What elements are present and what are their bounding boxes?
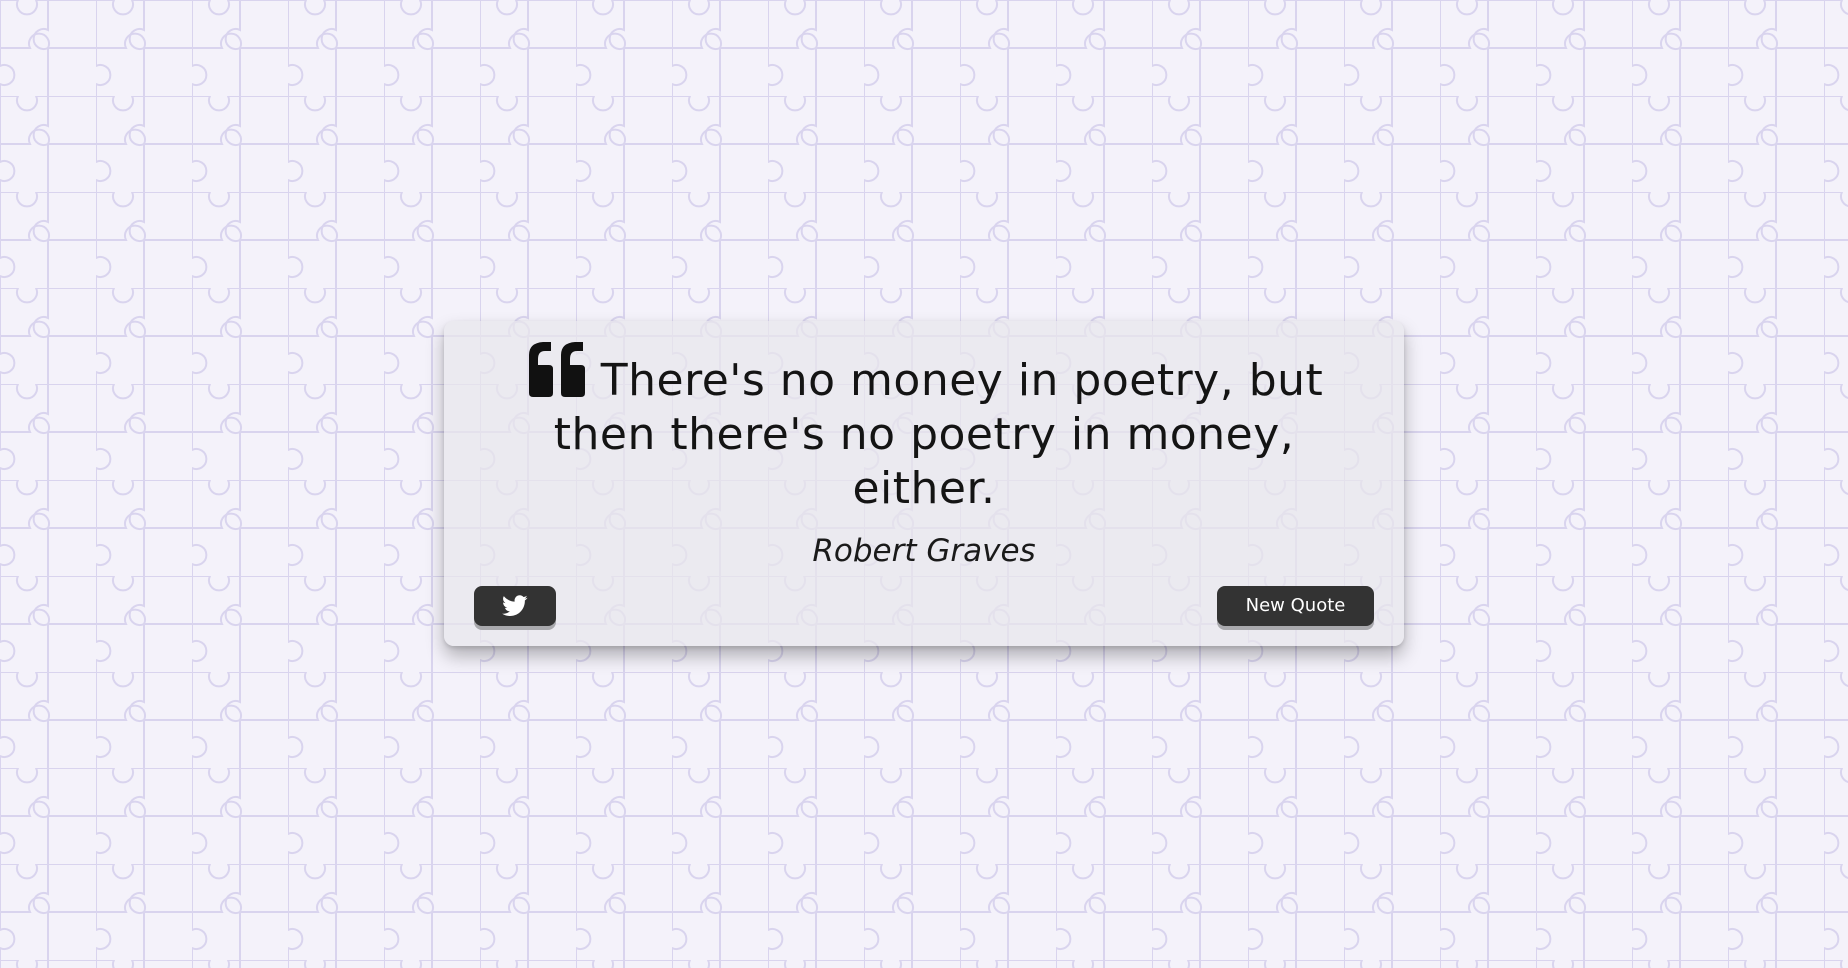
quote-left-icon	[525, 341, 591, 399]
quote-card: There's no money in poetry, but then the…	[444, 321, 1404, 646]
twitter-icon	[474, 595, 556, 617]
quote-author: Robert Graves	[812, 533, 1036, 569]
new-quote-button[interactable]: New Quote	[1217, 586, 1374, 626]
quote-block: There's no money in poetry, but then the…	[504, 341, 1344, 516]
tweet-button[interactable]	[474, 586, 556, 626]
quote-text: There's no money in poetry, but then the…	[553, 355, 1324, 514]
